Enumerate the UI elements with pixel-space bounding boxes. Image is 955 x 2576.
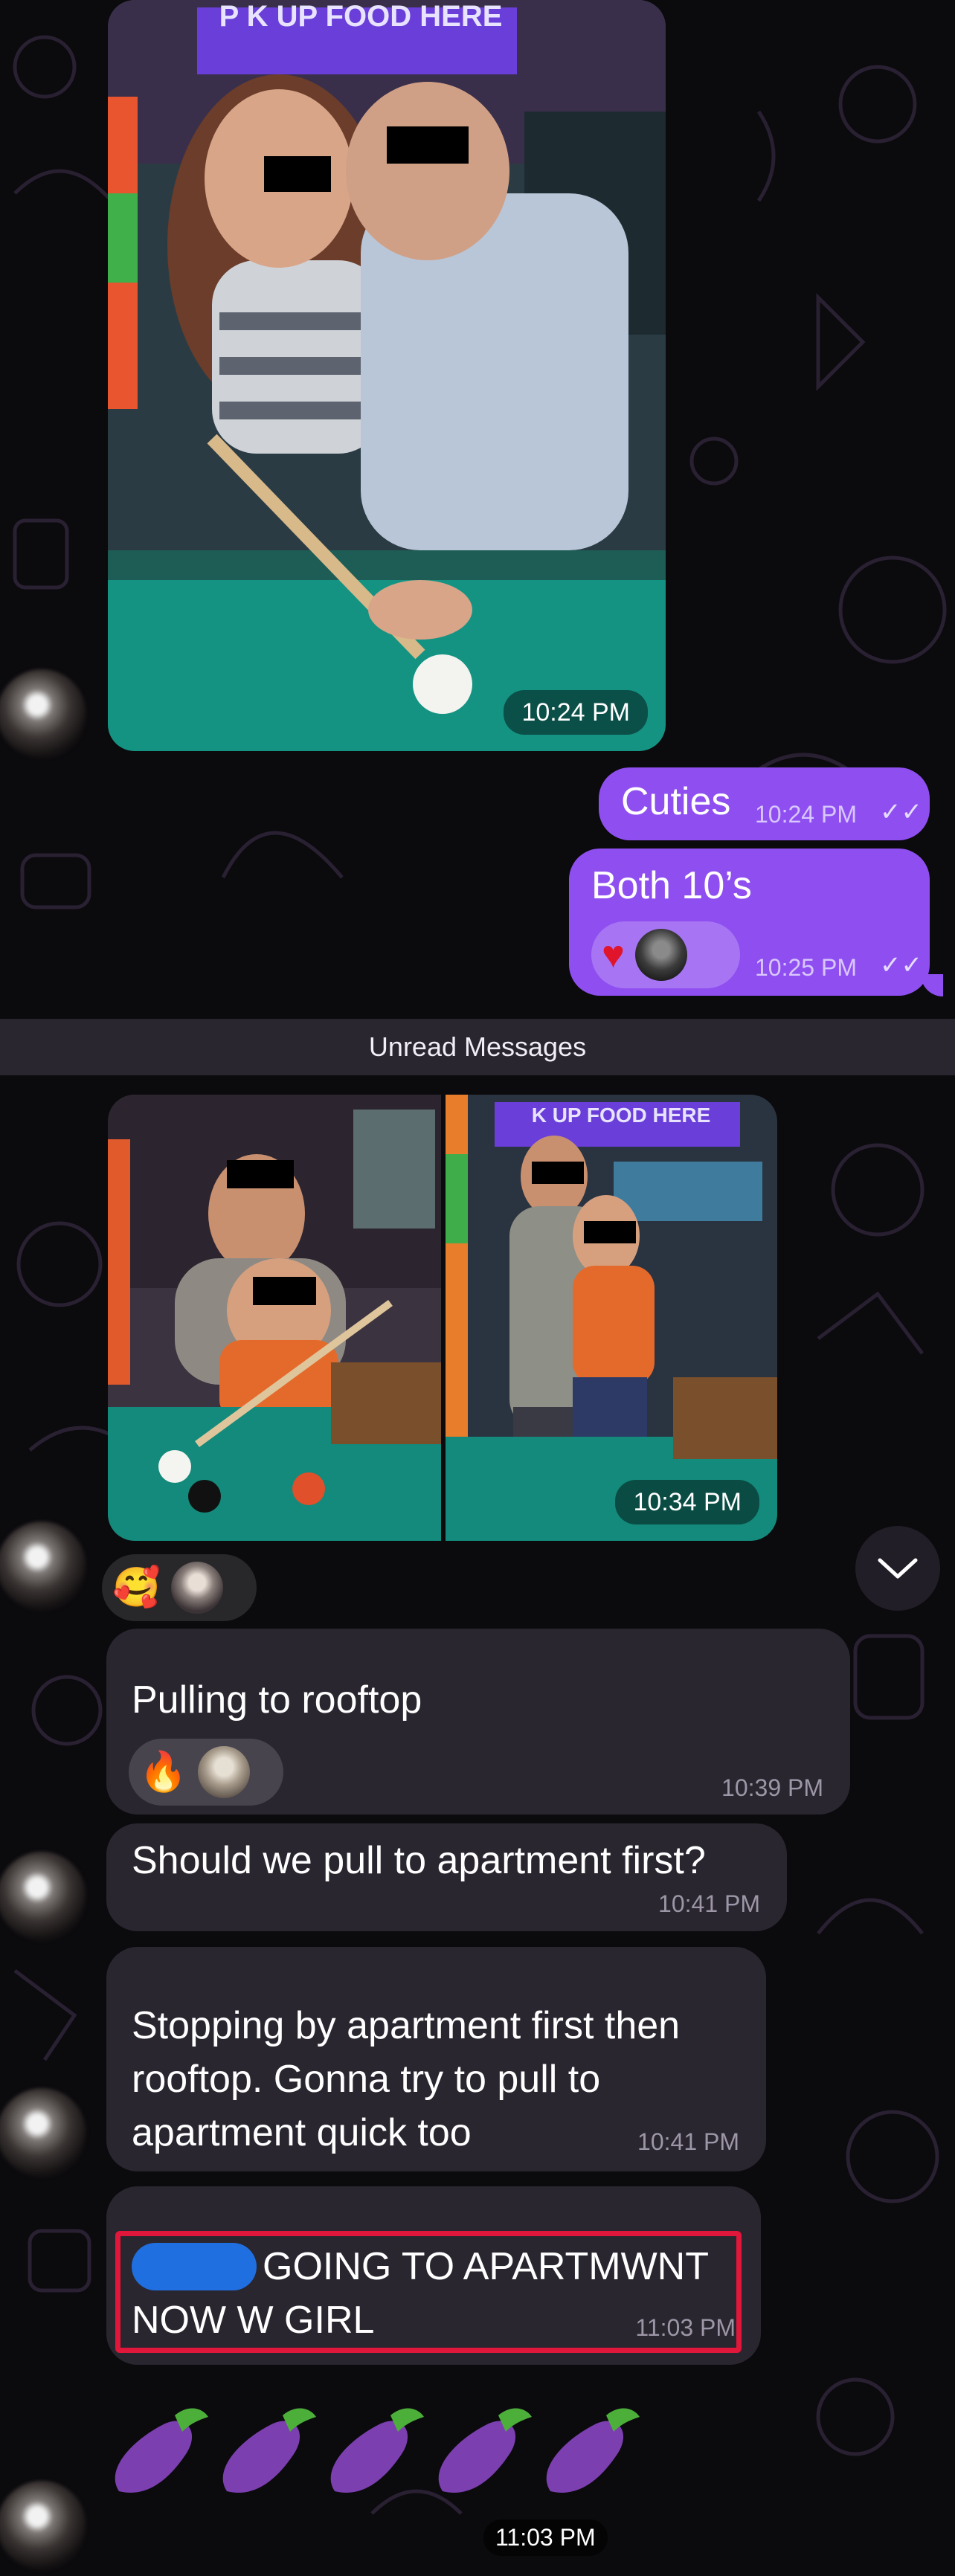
photo-pickup-sign: P K UP FOOD HERE: [219, 0, 503, 33]
unread-label: Unread Messages: [368, 1031, 587, 1062]
outgoing-message-cuties[interactable]: Cuties 10:24 PM ✓✓: [599, 767, 930, 840]
photo-couple-pool-image: [108, 0, 666, 751]
reaction-pill[interactable]: 🥰: [102, 1554, 257, 1621]
message-time: 10:41 PM: [637, 2128, 739, 2155]
eggplant-timestamp: 11:03 PM: [483, 2519, 608, 2556]
incoming-message-going-to-apartment[interactable]: GOING TO APARTMWNT NOW W GIRL 11:03 PM: [106, 2186, 761, 2365]
message-time: 10:41 PM: [658, 1890, 760, 1917]
message-time: 10:39 PM: [721, 1774, 823, 1801]
reactor-avatar: [197, 1746, 250, 1798]
scroll-down-button[interactable]: [855, 1526, 940, 1611]
sender-avatar[interactable]: [0, 2481, 86, 2570]
double-check-icon: ✓✓: [880, 798, 922, 826]
photo-album-pool[interactable]: K UP FOOD HERE 10:34 PM: [108, 1095, 777, 1541]
incoming-message-pulling-rooftop[interactable]: Pulling to rooftop 🔥 10:39 PM: [106, 1629, 850, 1815]
message-text: Should we pull to apartment first?: [132, 1839, 706, 1882]
sender-avatar[interactable]: [0, 2088, 86, 2177]
double-check-icon: ✓✓: [880, 951, 922, 979]
photo-timestamp: 10:34 PM: [615, 1480, 759, 1524]
sender-avatar[interactable]: [0, 669, 86, 759]
unread-messages-divider: Unread Messages: [0, 1019, 955, 1075]
reactor-avatar: [634, 929, 687, 981]
sender-avatar[interactable]: [0, 1522, 86, 1611]
eggplant-emojis: [115, 2408, 640, 2493]
photo-album-images: [108, 1095, 777, 1541]
message-time: 11:03 PM: [635, 2314, 736, 2341]
photo-timestamp: 10:24 PM: [504, 690, 648, 735]
message-time: 10:24 PM: [755, 801, 857, 828]
heart-icon: ♥: [602, 933, 625, 976]
bubble-tail: [921, 974, 943, 996]
photo-message-couple-pool[interactable]: P K UP FOOD HERE 10:24 PM: [108, 0, 666, 751]
chevron-down-icon: [878, 1558, 918, 1579]
sender-avatar[interactable]: [0, 1852, 86, 1941]
reaction-pill[interactable]: ♥: [591, 921, 740, 988]
fire-icon: 🔥: [139, 1751, 187, 1794]
outgoing-message-both-10s[interactable]: Both 10’s ♥ 10:25 PM ✓✓: [569, 849, 930, 996]
smiling-face-with-hearts-icon: 🥰: [112, 1566, 161, 1609]
photo-pickup-sign: K UP FOOD HERE: [531, 1104, 711, 1127]
reaction-pill[interactable]: 🔥: [129, 1739, 283, 1806]
incoming-message-stopping-by[interactable]: Stopping by apartment first then rooftop…: [106, 1947, 766, 2171]
message-text: Pulling to rooftop: [132, 1678, 422, 1722]
reactor-avatar: [170, 1562, 223, 1614]
incoming-message-eggplants[interactable]: [104, 2402, 669, 2506]
message-time: 10:25 PM: [755, 954, 857, 981]
message-text: Both 10’s: [591, 864, 752, 907]
message-text: Cuties: [621, 780, 731, 823]
incoming-message-apartment-question[interactable]: Should we pull to apartment first? 10:41…: [106, 1823, 787, 1931]
